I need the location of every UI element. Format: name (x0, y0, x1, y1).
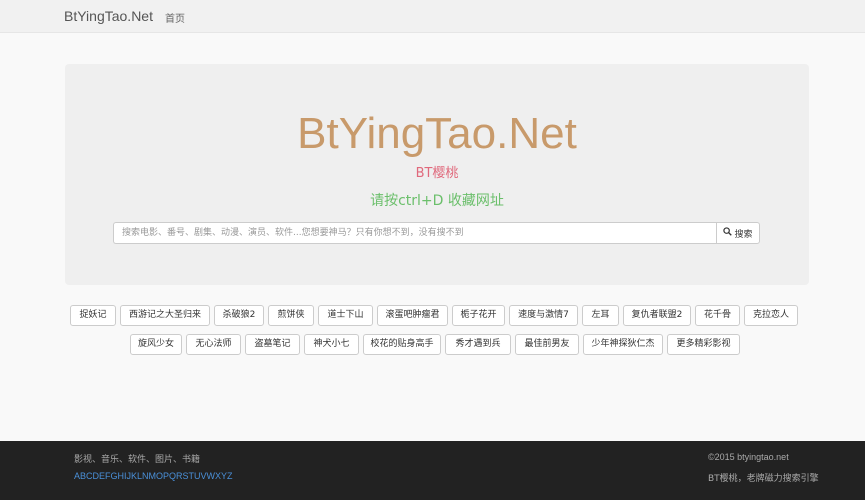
footer: 影视、音乐、软件、图片、书籍 ABCDEFGHIJKLNMOPQRSTUVWXY… (0, 441, 865, 500)
tag-item[interactable]: 栀子花开 (452, 305, 505, 326)
tag-more-button[interactable]: 更多精彩影视 (667, 334, 740, 355)
search-icon (723, 227, 733, 239)
tag-item[interactable]: 左耳 (582, 305, 619, 326)
hero-subtitle: BT樱桃 (415, 166, 459, 181)
search-button-label: 搜索 (734, 229, 753, 240)
footer-copyright: ©2015 btyingtao.net (708, 452, 789, 462)
navbar-brand[interactable]: BtYingTao.Net (64, 8, 153, 24)
tag-item[interactable]: 秀才遇到兵 (445, 334, 511, 355)
footer-categories: 影视、音乐、软件、图片、书籍 (74, 455, 201, 465)
tag-item[interactable]: 少年神探狄仁杰 (583, 334, 663, 355)
tag-item[interactable]: 花千骨 (695, 305, 740, 326)
tag-item[interactable]: 煎饼侠 (268, 305, 314, 326)
tag-item[interactable]: 速度与激情7 (509, 305, 578, 326)
tag-item[interactable]: 复仇者联盟2 (623, 305, 691, 326)
tag-item[interactable]: 无心法师 (186, 334, 241, 355)
search-input[interactable] (113, 222, 716, 244)
tag-item[interactable]: 神犬小七 (304, 334, 359, 355)
tag-item[interactable]: 捉妖记 (70, 305, 116, 326)
tag-item[interactable]: 克拉恋人 (744, 305, 798, 326)
tag-item[interactable]: 道士下山 (318, 305, 373, 326)
bookmark-tip: 请按ctrl+D 收藏网址 (370, 193, 504, 209)
tag-item[interactable]: 旋风少女 (130, 334, 182, 355)
top-navbar: BtYingTao.Net 首页 (0, 0, 865, 33)
tag-item[interactable]: 最佳前男友 (515, 334, 579, 355)
footer-alphabet-index[interactable]: ABCDEFGHIJKLNMOPQRSTUVWXYZ (74, 471, 233, 481)
tag-item[interactable]: 杀破狼2 (214, 305, 264, 326)
footer-slogan: BT樱桃，老牌磁力搜索引擎 (708, 474, 819, 484)
tag-item[interactable]: 滚蛋吧肿瘤君 (377, 305, 448, 326)
tag-item[interactable]: 校花的贴身高手 (363, 334, 441, 355)
hero-title: BtYingTao.Net (297, 109, 577, 158)
tag-item[interactable]: 西游记之大圣归来 (120, 305, 210, 326)
tag-item[interactable]: 盗墓笔记 (245, 334, 300, 355)
search-button[interactable]: 搜索 (716, 222, 760, 244)
hero-panel: BtYingTao.Net BT樱桃 请按ctrl+D 收藏网址 搜索 (65, 64, 809, 285)
nav-home-link[interactable]: 首页 (165, 10, 185, 25)
